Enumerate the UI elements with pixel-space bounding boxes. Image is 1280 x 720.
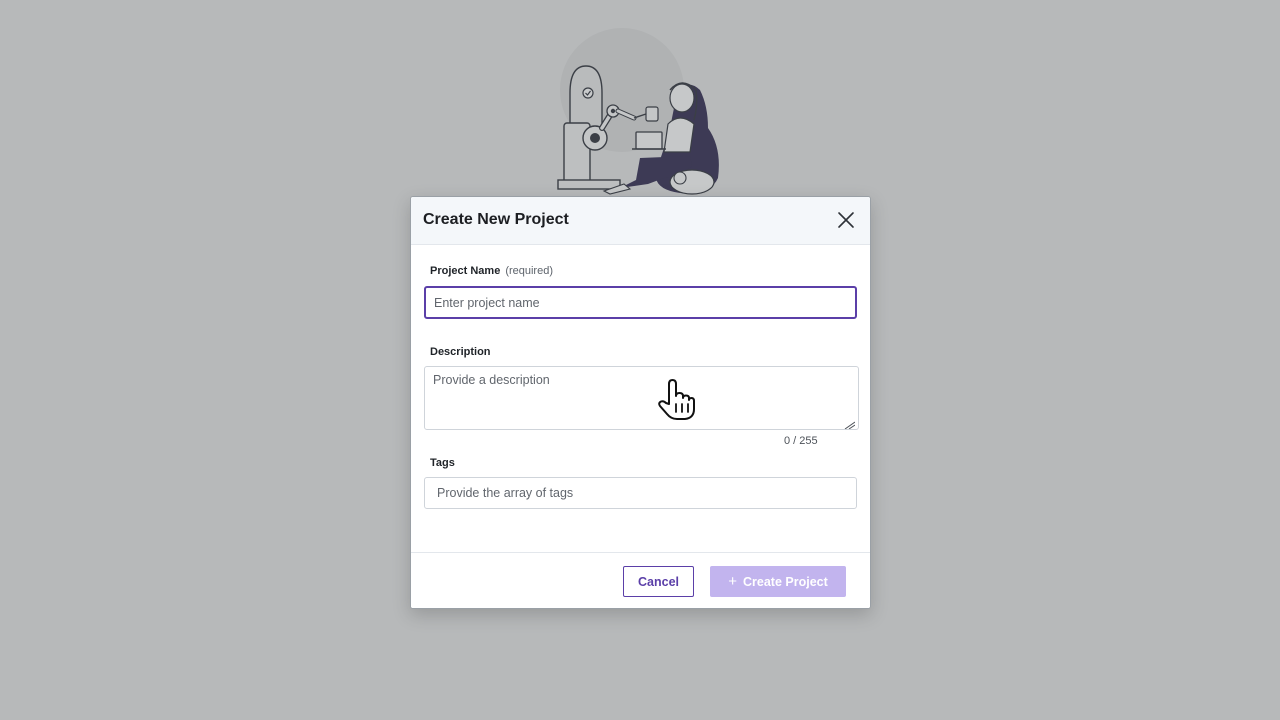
- hand-pointer-cursor-icon: [658, 379, 695, 420]
- create-project-button[interactable]: + Create Project: [710, 566, 846, 597]
- dialog-body: Project Name (required) Description 0 / 2…: [411, 245, 870, 552]
- plus-icon: +: [728, 573, 737, 590]
- cancel-button-label: Cancel: [638, 574, 679, 589]
- dialog-header: Create New Project: [411, 197, 870, 245]
- required-hint: (required): [505, 265, 553, 277]
- close-button[interactable]: [836, 210, 856, 230]
- create-project-dialog: Create New Project Project Name (required…: [410, 196, 871, 609]
- close-icon: [838, 212, 854, 228]
- project-name-input[interactable]: [424, 286, 857, 319]
- tags-input[interactable]: [424, 477, 857, 509]
- project-name-label-text: Project Name: [430, 265, 501, 277]
- dialog-footer: Cancel + Create Project: [411, 552, 870, 608]
- project-name-label: Project Name (required): [430, 265, 553, 277]
- tags-label: Tags: [430, 457, 455, 469]
- cancel-button[interactable]: Cancel: [623, 566, 694, 597]
- description-char-counter: 0 / 255: [784, 435, 818, 447]
- empty-state-illustration: [557, 28, 719, 195]
- create-project-button-label: Create Project: [743, 574, 828, 589]
- description-label: Description: [430, 346, 491, 358]
- description-textarea[interactable]: [424, 366, 859, 430]
- dialog-title: Create New Project: [423, 211, 569, 228]
- resize-handle-icon[interactable]: [843, 421, 855, 429]
